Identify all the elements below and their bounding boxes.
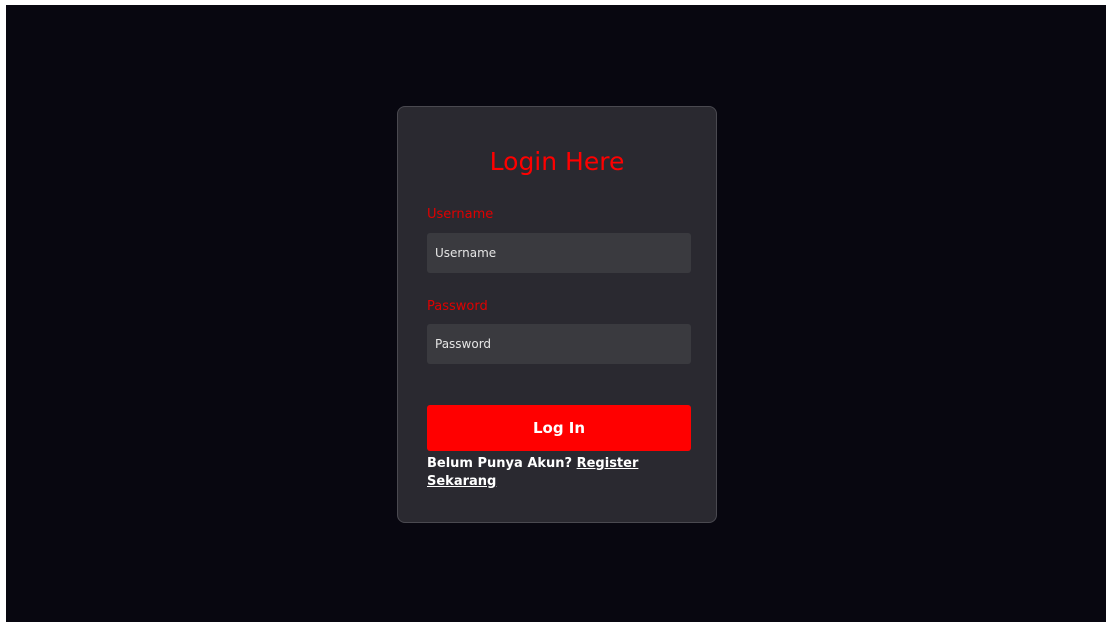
register-prompt-container: Belum Punya Akun? Register Sekarang bbox=[427, 455, 657, 491]
password-label: Password bbox=[427, 299, 488, 314]
login-button[interactable]: Log In bbox=[427, 405, 691, 451]
password-input[interactable] bbox=[427, 324, 691, 364]
page-background: Login Here Username Password Log In Belu… bbox=[6, 5, 1106, 622]
register-prompt: Belum Punya Akun? bbox=[427, 456, 577, 471]
login-title: Login Here bbox=[489, 147, 625, 176]
login-card: Login Here Username Password Log In Belu… bbox=[397, 106, 717, 523]
username-input[interactable] bbox=[427, 233, 691, 273]
username-label: Username bbox=[427, 207, 494, 222]
